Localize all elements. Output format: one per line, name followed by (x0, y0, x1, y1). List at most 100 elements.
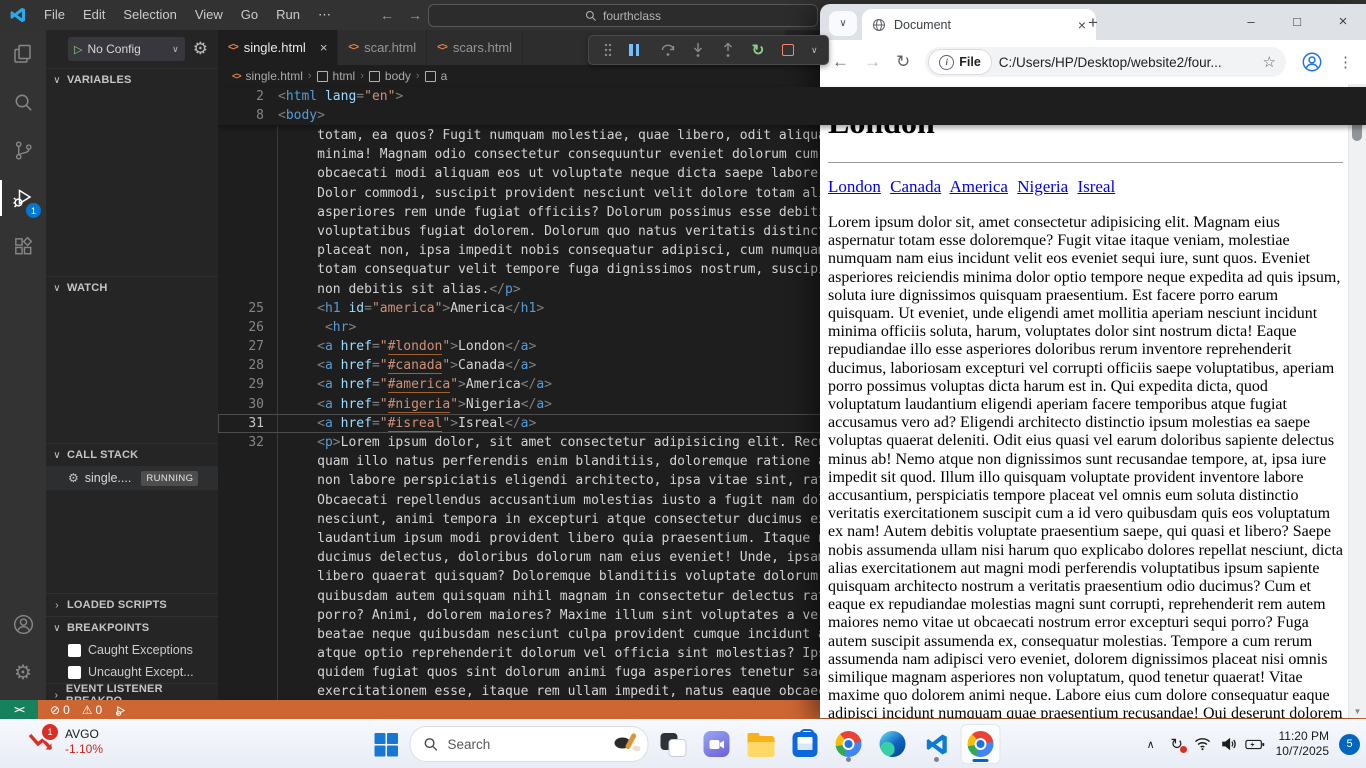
microsoft-store-icon[interactable] (785, 724, 825, 764)
callstack-header[interactable]: ∨CALL STACK (46, 444, 218, 466)
browser-back-icon[interactable]: ← (832, 52, 849, 72)
vscode-taskbar-icon[interactable] (917, 724, 957, 764)
battery-icon[interactable] (1242, 724, 1268, 764)
breadcrumb-item-body[interactable]: body (385, 69, 411, 83)
file-scheme-chip[interactable]: i File (929, 50, 991, 74)
file-explorer-icon[interactable] (741, 724, 781, 764)
running-badge: RUNNING (141, 471, 198, 486)
menu-item-selection[interactable]: Selection (114, 4, 185, 26)
maximize-button[interactable]: □ (1274, 4, 1320, 38)
command-center-search[interactable]: fourthclass (428, 4, 818, 27)
ticker-symbol: AVGO (65, 726, 103, 742)
debug-status-icon[interactable] (114, 704, 128, 717)
variables-section: ∨VARIABLES (46, 68, 218, 276)
breadcrumb-item-a[interactable]: a (441, 69, 448, 83)
address-bar[interactable]: i File C:/Users/HP/Desktop/website2/four… (925, 47, 1286, 77)
drag-grip-icon[interactable] (599, 40, 617, 60)
checkbox[interactable] (68, 666, 81, 679)
editor-tab-single-html[interactable]: <>single.html× (218, 30, 338, 65)
debug-gear-icon[interactable]: ⚙ (193, 39, 208, 59)
page-paragraph: Lorem ipsum dolor sit, amet consectetur … (828, 214, 1343, 718)
start-button[interactable] (366, 724, 406, 764)
account-icon[interactable] (0, 600, 46, 648)
step-over-icon[interactable] (659, 40, 677, 60)
task-view-button[interactable] (653, 724, 693, 764)
browser-menu-icon[interactable]: ⋮ (1338, 53, 1354, 71)
bookmark-star-icon[interactable]: ☆ (1263, 53, 1276, 71)
menu-item-edit[interactable]: Edit (74, 4, 114, 26)
checkbox[interactable] (68, 644, 81, 657)
callstack-session-row[interactable]: ⚙ single.... RUNNING (46, 466, 218, 490)
menu-item-file[interactable]: File (35, 4, 74, 26)
loaded-scripts-header[interactable]: ›LOADED SCRIPTS (46, 594, 218, 616)
chrome-active-icon[interactable] (961, 724, 1001, 764)
event-listener-header[interactable]: ›EVENT LISTENER BREAKPO... (46, 684, 218, 700)
page-link-nigeria[interactable]: Nigeria (1017, 177, 1068, 196)
menu-item-run[interactable]: Run (267, 4, 309, 26)
browser-tab[interactable]: Document × (862, 9, 1096, 40)
sync-pending-icon[interactable]: ↻ (1164, 724, 1190, 764)
chrome-icon[interactable] (829, 724, 869, 764)
breadcrumb-item-html[interactable]: html (333, 69, 356, 83)
watch-header[interactable]: ∨WATCH (46, 277, 218, 299)
stop-icon[interactable] (779, 40, 797, 60)
breakpoints-header[interactable]: ∨BREAKPOINTS (46, 617, 218, 639)
explorer-icon[interactable] (0, 30, 46, 78)
debug-config-dropdown[interactable]: ▷ No Config ∨ (68, 37, 185, 61)
edge-icon[interactable] (873, 724, 913, 764)
step-into-icon[interactable] (689, 40, 707, 60)
volume-icon[interactable] (1216, 724, 1242, 764)
close-button[interactable]: × (1320, 4, 1366, 38)
problems-errors[interactable]: ⊘0 (50, 703, 70, 717)
tray-chevron-icon[interactable]: ∧ (1138, 724, 1164, 764)
run-debug-icon[interactable]: 1 (0, 174, 46, 222)
problems-warnings[interactable]: ⚠0 (82, 703, 102, 717)
variables-header[interactable]: ∨VARIABLES (46, 69, 218, 91)
warning-icon: ⚠ (82, 703, 93, 717)
pause-icon[interactable] (629, 40, 647, 60)
page-link-london[interactable]: London (828, 177, 881, 196)
breakpoint-row[interactable]: Caught Exceptions (46, 639, 218, 661)
restart-icon[interactable]: ↻ (749, 40, 767, 60)
url-text: C:/Users/HP/Desktop/website2/four... (999, 55, 1255, 70)
profile-icon[interactable] (1301, 51, 1323, 73)
browser-forward-icon[interactable]: → (864, 52, 881, 72)
scroll-down-icon[interactable]: ▼ (1349, 707, 1366, 716)
menu-item-go[interactable]: Go (232, 4, 267, 26)
tab-close-icon[interactable]: × (1078, 17, 1086, 33)
browser-reload-icon[interactable]: ↻ (896, 52, 910, 72)
source-control-icon[interactable] (0, 126, 46, 174)
sticky-scroll: 2<html lang="en">8<body> (218, 87, 1366, 125)
tab-search-button[interactable]: ∨ (829, 11, 857, 36)
remote-indicator[interactable]: >< (0, 700, 38, 720)
step-out-icon[interactable] (719, 40, 737, 60)
extensions-icon[interactable] (0, 222, 46, 270)
back-arrow-icon[interactable]: ← (380, 7, 394, 23)
taskbar-search-box[interactable]: Search (410, 726, 649, 762)
taskbar-clock[interactable]: 11:20 PM 10/7/2025 (1276, 729, 1329, 759)
browser-scrollbar[interactable]: ▲ ▼ (1348, 84, 1366, 718)
menu-item-[interactable]: ⋯ (309, 4, 340, 26)
notification-badge[interactable]: 5 (1339, 734, 1360, 755)
chat-app-icon[interactable] (697, 724, 737, 764)
forward-arrow-icon[interactable]: → (408, 7, 422, 23)
clock-time: 11:20 PM (1276, 729, 1329, 744)
page-link-america[interactable]: America (949, 177, 1008, 196)
menu-item-view[interactable]: View (186, 4, 232, 26)
page-link-isreal[interactable]: Isreal (1077, 177, 1115, 196)
new-tab-button[interactable]: + (1088, 13, 1098, 33)
page-link-canada[interactable]: Canada (890, 177, 941, 196)
start-debug-icon[interactable]: ▷ (74, 43, 82, 56)
globe-icon (872, 18, 886, 32)
breakpoint-row[interactable]: Uncaught Except... (46, 661, 218, 683)
manage-gear-icon[interactable]: ⚙ (0, 648, 46, 696)
editor-tab-scar-html[interactable]: <>scar.html (338, 30, 427, 65)
weather-stocks-widget[interactable]: 1 AVGO -1.10% (26, 726, 103, 758)
wifi-icon[interactable] (1190, 724, 1216, 764)
breadcrumb-item-single-html[interactable]: single.html (246, 69, 303, 83)
tab-close-icon[interactable]: × (320, 40, 328, 55)
search-sidebar-icon[interactable] (0, 78, 46, 126)
stop-dropdown-chevron-icon[interactable]: ∨ (811, 45, 818, 56)
minimize-button[interactable]: – (1228, 4, 1274, 38)
editor-tab-scars-html[interactable]: <>scars.html (427, 30, 523, 65)
